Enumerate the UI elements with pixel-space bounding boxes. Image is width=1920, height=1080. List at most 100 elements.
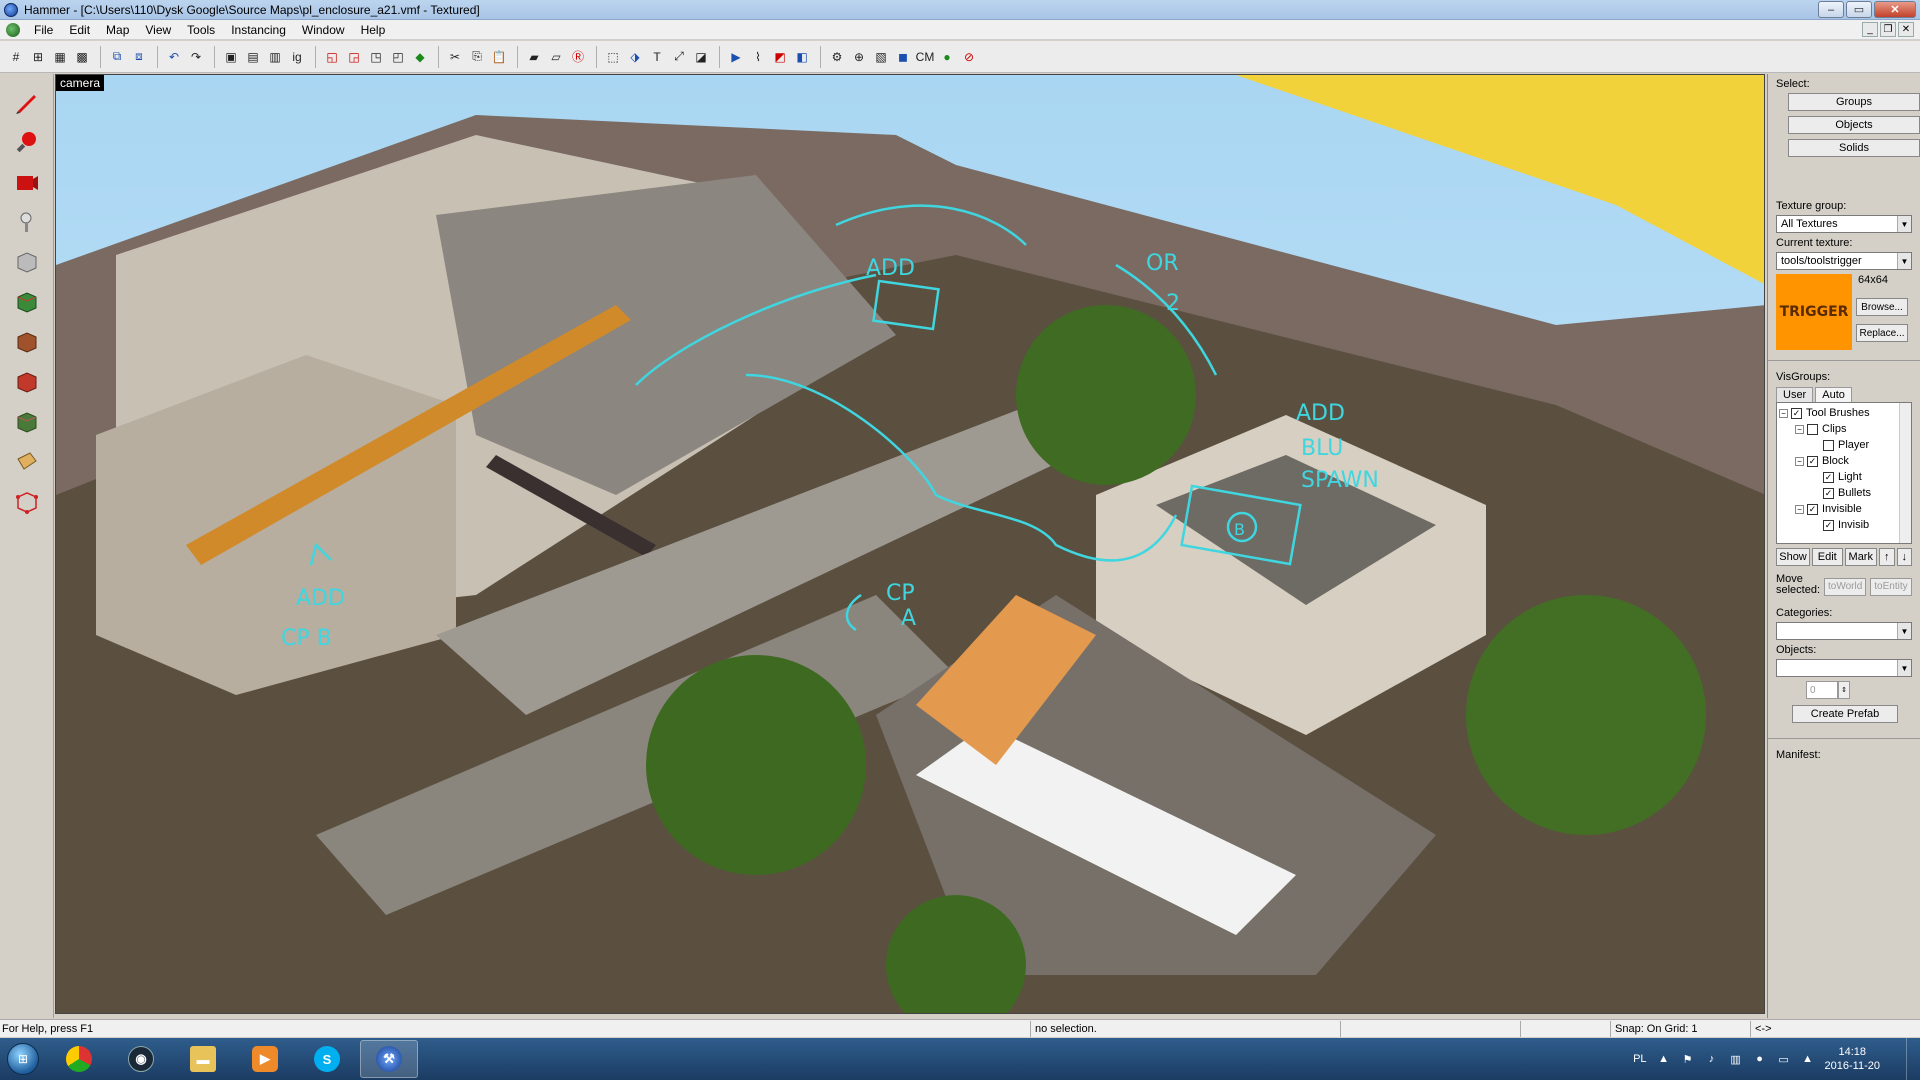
texture-application-tool[interactable]	[7, 284, 47, 320]
select-solids-button[interactable]: Solids	[1788, 139, 1920, 157]
tree-item-tool-brushes[interactable]: − ✓ Tool Brushes	[1779, 405, 1909, 421]
start-button[interactable]: ⊞	[0, 1039, 46, 1079]
overlay-tool-icon[interactable]: ◩	[770, 47, 790, 67]
menu-help[interactable]: Help	[353, 23, 394, 37]
checkbox[interactable]: ✓	[1823, 519, 1834, 531]
tree-scrollbar[interactable]	[1899, 403, 1911, 543]
tree-item-invisible[interactable]: − ✓ Invisible	[1779, 501, 1909, 517]
tray-app-icon[interactable]: ●	[1753, 1052, 1767, 1066]
map-properties-icon[interactable]: ▧	[871, 47, 891, 67]
overlay-tool[interactable]	[7, 404, 47, 440]
mdi-minimize-button[interactable]: _	[1862, 22, 1878, 37]
paste-icon[interactable]: 📋	[489, 47, 509, 67]
tab-auto[interactable]: Auto	[1815, 387, 1852, 402]
hide-unselected-icon[interactable]: ▥	[265, 47, 285, 67]
tree-item-light[interactable]: ✓ Light	[1779, 469, 1909, 485]
stepper-icon[interactable]: ⇕	[1838, 681, 1850, 699]
compile-icon[interactable]: ●	[937, 47, 957, 67]
block-tool[interactable]	[7, 244, 47, 280]
objects-select[interactable]: ▼	[1776, 659, 1912, 677]
checkbox[interactable]: ✓	[1823, 471, 1834, 483]
checkbox[interactable]: ✓	[1807, 455, 1818, 467]
select-by-handles-icon[interactable]: ◳	[366, 47, 386, 67]
clipping-tool[interactable]	[7, 444, 47, 480]
tab-user[interactable]: User	[1776, 387, 1814, 402]
checkbox[interactable]	[1807, 423, 1818, 435]
toggle-grid-icon[interactable]: #	[6, 47, 26, 67]
apply-current-texture-tool[interactable]	[7, 324, 47, 360]
ungroup-icon[interactable]: ⧈	[129, 47, 149, 67]
camera-viewport[interactable]: camera ADD OR 2 ADD BLU SPAWN B ADD CP B…	[55, 74, 1765, 1014]
selection-tool[interactable]	[7, 84, 47, 120]
taskbar-media-player[interactable]: ▶	[236, 1040, 294, 1078]
select-objects-button[interactable]: Objects	[1788, 116, 1920, 134]
tree-item-bullets[interactable]: ✓ Bullets	[1779, 485, 1909, 501]
path-tool-icon[interactable]: ⌇	[748, 47, 768, 67]
taskbar-chrome[interactable]	[50, 1040, 108, 1078]
to-entity-button[interactable]: toEntity	[1870, 577, 1912, 596]
taskbar-explorer[interactable]: ▬	[174, 1040, 232, 1078]
texture-scale-lock-icon[interactable]: ◲	[344, 47, 364, 67]
cut-icon[interactable]: ✂	[445, 47, 465, 67]
move-up-button[interactable]: ↑	[1878, 548, 1895, 566]
browse-button[interactable]: Browse...	[1856, 298, 1908, 316]
copy-icon[interactable]: ⎘	[467, 47, 487, 67]
categories-select[interactable]: ▼	[1776, 622, 1912, 640]
tree-item-invisib[interactable]: ✓ Invisib	[1779, 517, 1909, 533]
network-icon[interactable]: ▥	[1729, 1052, 1743, 1066]
visgroup-icon[interactable]: ◼	[893, 47, 913, 67]
ignore-groups-icon[interactable]: ig	[287, 47, 307, 67]
google-drive-icon[interactable]: ▲	[1801, 1052, 1815, 1066]
select-by-center-icon[interactable]: ◰	[388, 47, 408, 67]
taskbar-skype[interactable]: S	[298, 1040, 356, 1078]
visgroup-tree[interactable]: − ✓ Tool Brushes − Clips Player − ✓ Block ✓ Li…	[1776, 402, 1912, 544]
clock[interactable]: 14:18 2016-11-20	[1825, 1045, 1880, 1073]
mdi-close-button[interactable]: ✕	[1898, 22, 1914, 37]
volume-icon[interactable]: ♪	[1705, 1052, 1719, 1066]
mdi-restore-button[interactable]: ❐	[1880, 22, 1896, 37]
replace-button[interactable]: Replace...	[1856, 324, 1908, 342]
display-icon[interactable]: ▭	[1777, 1052, 1791, 1066]
cordon-icon[interactable]: CM	[915, 47, 935, 67]
menu-map[interactable]: Map	[98, 23, 137, 37]
toggle-3d-grid-icon[interactable]: ⊞	[28, 47, 48, 67]
close-button[interactable]: ✕	[1874, 1, 1916, 18]
tree-item-clips[interactable]: − Clips	[1779, 421, 1909, 437]
prefab-count-input[interactable]: 0	[1806, 681, 1838, 699]
menu-view[interactable]: View	[137, 23, 179, 37]
edit-button[interactable]: Edit	[1812, 548, 1843, 566]
menu-file[interactable]: File	[26, 23, 61, 37]
taskbar-steam[interactable]: ◉	[112, 1040, 170, 1078]
toggle-models-icon[interactable]: ▱	[546, 47, 566, 67]
tree-item-block[interactable]: − ✓ Block	[1779, 453, 1909, 469]
taskbar-hammer[interactable]: ⚒	[360, 1040, 418, 1078]
texture-lock-icon[interactable]: ◱	[322, 47, 342, 67]
show-button[interactable]: Show	[1776, 548, 1810, 566]
redo-icon[interactable]: ↷	[186, 47, 206, 67]
vertex-manipulation-tool[interactable]	[7, 484, 47, 520]
clip-tool-icon[interactable]: ⤢	[669, 47, 689, 67]
select-tool-icon[interactable]: ⬚	[603, 47, 623, 67]
smaller-grid-icon[interactable]: ▦	[50, 47, 70, 67]
maximize-button[interactable]: ▭	[1846, 1, 1872, 18]
menu-window[interactable]: Window	[294, 23, 353, 37]
auto-visgroup-icon[interactable]: ◆	[410, 47, 430, 67]
current-texture-select[interactable]: tools/toolstrigger ▼	[1776, 252, 1912, 270]
texture-tool-icon[interactable]: T	[647, 47, 667, 67]
texture-group-select[interactable]: All Textures ▼	[1776, 215, 1912, 233]
tree-item-player[interactable]: Player	[1779, 437, 1909, 453]
select-groups-button[interactable]: Groups	[1788, 93, 1920, 111]
move-down-button[interactable]: ↓	[1896, 548, 1913, 566]
show-hidden-icons-icon[interactable]: ▲	[1657, 1052, 1671, 1066]
radius-culling-icon[interactable]: Ⓡ	[568, 47, 588, 67]
checkbox[interactable]	[1823, 439, 1834, 451]
run-map-icon[interactable]: ▶	[726, 47, 746, 67]
entity-tool[interactable]	[7, 204, 47, 240]
language-indicator[interactable]: PL	[1633, 1053, 1646, 1065]
checkbox[interactable]: ✓	[1807, 503, 1818, 515]
action-center-icon[interactable]: ⚑	[1681, 1052, 1695, 1066]
create-prefab-button[interactable]: Create Prefab	[1792, 705, 1898, 723]
entity-report-icon[interactable]: ⚙	[827, 47, 847, 67]
document-icon[interactable]	[6, 22, 20, 37]
camera-tool[interactable]	[7, 164, 47, 200]
